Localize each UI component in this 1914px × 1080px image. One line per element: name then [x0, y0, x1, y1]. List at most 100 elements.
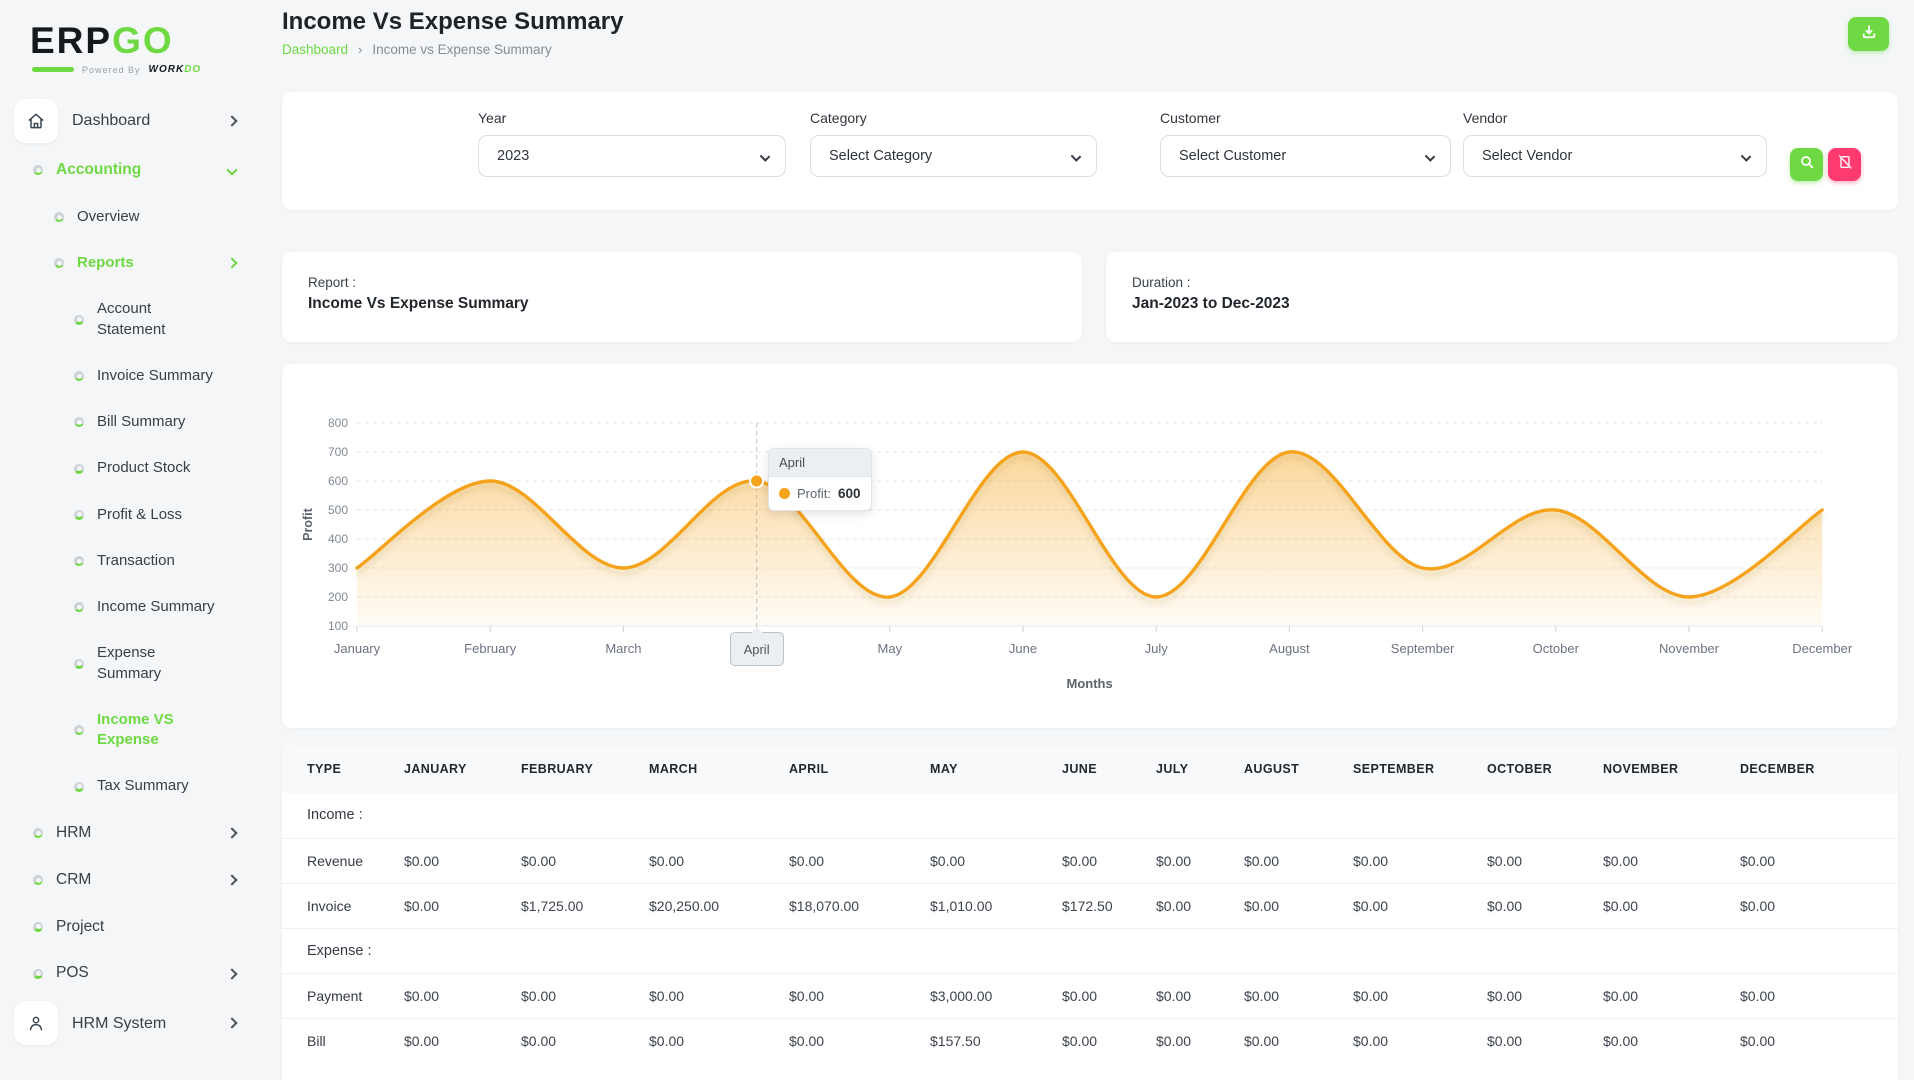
sidebar-item-label: Project	[56, 917, 105, 935]
bullet-icon	[74, 417, 84, 428]
customer-filter-group: Customer Select Customer	[1160, 110, 1451, 177]
sidebar-item-income-summary[interactable]: Income Summary	[0, 584, 256, 630]
category-select[interactable]: Select Category	[810, 135, 1097, 177]
sidebar-item-label: Transaction	[97, 551, 175, 569]
cell-value: $157.50	[930, 1017, 1062, 1063]
column-header-july: JULY	[1156, 745, 1244, 793]
sidebar-item-invoice-summary[interactable]: Invoice Summary	[0, 353, 256, 399]
sidebar-item-label: Accounting	[56, 161, 142, 178]
year-filter-group: Year 2023	[478, 110, 786, 177]
app-logo: ERPGO Powered By WORKDO	[0, 14, 256, 77]
customer-select[interactable]: Select Customer	[1160, 135, 1451, 177]
sidebar-item-hrm-system[interactable]: HRM System	[0, 997, 256, 1049]
bullet-icon	[74, 371, 84, 382]
cell-value: $0.00	[1062, 837, 1156, 883]
sidebar-item-product-stock[interactable]: Product Stock	[0, 445, 256, 491]
cell-value: $0.00	[1603, 837, 1740, 883]
download-button[interactable]	[1848, 17, 1889, 51]
bullet-icon	[74, 602, 84, 613]
report-label: Report :	[308, 275, 357, 290]
tooltip-series-dot	[779, 488, 790, 499]
sidebar-item-overview[interactable]: Overview	[0, 194, 256, 240]
bullet-icon	[74, 463, 84, 474]
cell-value: $0.00	[1487, 972, 1603, 1018]
column-header-june: JUNE	[1062, 745, 1156, 793]
svg-text:August: August	[1269, 641, 1310, 656]
section-row-income: Income :	[282, 793, 1898, 838]
chevron-down-icon	[1070, 150, 1082, 162]
sidebar-item-label: Product Stock	[97, 459, 191, 477]
sidebar-item-income-vs-expense[interactable]: Income VS Expense	[0, 697, 256, 764]
profit-area-chart: 800 700 600 500 400 300 200 100 January February M…	[282, 364, 1898, 728]
sidebar-nav: Dashboard Accounting Overview Reports Accoun…	[0, 95, 256, 1049]
column-header-december: DECEMBER	[1740, 745, 1898, 793]
cell-value: $0.00	[1740, 882, 1898, 928]
bullet-icon	[33, 828, 43, 839]
sidebar-item-label: Expense Summary	[97, 644, 162, 682]
sidebar-item-label: HRM System	[72, 1014, 167, 1032]
breadcrumb-dashboard-link[interactable]: Dashboard	[282, 42, 348, 57]
svg-text:February: February	[464, 641, 517, 656]
sidebar-item-expense-summary[interactable]: Expense Summary	[0, 630, 256, 697]
vendor-filter-group: Vendor Select Vendor	[1463, 110, 1767, 177]
sidebar-item-project[interactable]: Project	[0, 904, 256, 951]
sidebar-item-account-statement[interactable]: Account Statement	[0, 286, 256, 353]
row-type: Payment	[282, 972, 404, 1018]
cell-value: $0.00	[1603, 882, 1740, 928]
bullet-icon	[33, 921, 43, 932]
sidebar-item-dashboard[interactable]: Dashboard	[0, 95, 256, 147]
sidebar-item-bill-summary[interactable]: Bill Summary	[0, 399, 256, 445]
chevron-right-icon	[226, 874, 238, 886]
sidebar-item-label: Account Statement	[97, 300, 166, 338]
cell-value: $0.00	[521, 972, 649, 1018]
vendor-select[interactable]: Select Vendor	[1463, 135, 1767, 177]
sidebar-item-label: Profit & Loss	[97, 505, 183, 523]
sidebar-item-reports[interactable]: Reports	[0, 240, 256, 286]
cell-value: $0.00	[1487, 1017, 1603, 1063]
income-expense-table: TYPE JANUARY FEBRUARY MARCH APRIL MAY JUNE JULY…	[282, 745, 1898, 1063]
category-selected-value: Select Category	[829, 148, 933, 164]
year-select[interactable]: 2023	[478, 135, 786, 177]
sidebar-item-label: Overview	[77, 207, 140, 225]
cell-value: $0.00	[1156, 837, 1244, 883]
bullet-icon	[74, 556, 84, 567]
report-card: Report : Income Vs Expense Summary	[282, 252, 1082, 342]
svg-text:May: May	[878, 641, 903, 656]
sidebar-item-hrm[interactable]: HRM	[0, 810, 256, 857]
apply-filter-button[interactable]	[1790, 148, 1823, 181]
chevron-right-icon	[226, 115, 238, 127]
cell-value: $0.00	[1740, 837, 1898, 883]
section-label: Income :	[307, 807, 363, 824]
cell-value: $0.00	[1353, 882, 1487, 928]
sidebar-item-pos[interactable]: POS	[0, 950, 256, 997]
sidebar-item-crm[interactable]: CRM	[0, 857, 256, 904]
report-value: Income Vs Expense Summary	[308, 295, 529, 312]
chevron-right-icon	[226, 1017, 238, 1030]
cell-value: $0.00	[1740, 1017, 1898, 1063]
cell-value: $0.00	[404, 972, 521, 1018]
column-header-type: TYPE	[282, 745, 404, 793]
logo-dash	[32, 67, 74, 72]
vendor-label: Vendor	[1463, 110, 1508, 126]
sidebar-item-tax-summary[interactable]: Tax Summary	[0, 763, 256, 809]
cell-value: $0.00	[1156, 882, 1244, 928]
column-header-april: APRIL	[789, 745, 930, 793]
cell-value: $0.00	[1244, 972, 1353, 1018]
tooltip-month: April	[769, 449, 871, 477]
row-type: Revenue	[282, 837, 404, 883]
sidebar-item-accounting[interactable]: Accounting	[0, 147, 256, 194]
row-type: Bill	[282, 1017, 404, 1063]
logo-text: ERPGO	[30, 20, 174, 61]
chevron-right-icon	[226, 257, 238, 269]
sidebar-item-transaction[interactable]: Transaction	[0, 538, 256, 584]
sidebar-item-profit-loss[interactable]: Profit & Loss	[0, 492, 256, 538]
reset-filter-button[interactable]	[1828, 148, 1861, 181]
duration-value: Jan-2023 to Dec-2023	[1132, 295, 1290, 312]
sidebar-item-label: CRM	[56, 870, 92, 888]
cell-value: $0.00	[1244, 1017, 1353, 1063]
download-icon	[1860, 23, 1878, 46]
row-type: Invoice	[282, 882, 404, 928]
svg-text:200: 200	[328, 590, 348, 604]
cell-value: $18,070.00	[789, 882, 930, 928]
cell-value: $0.00	[1062, 1017, 1156, 1063]
